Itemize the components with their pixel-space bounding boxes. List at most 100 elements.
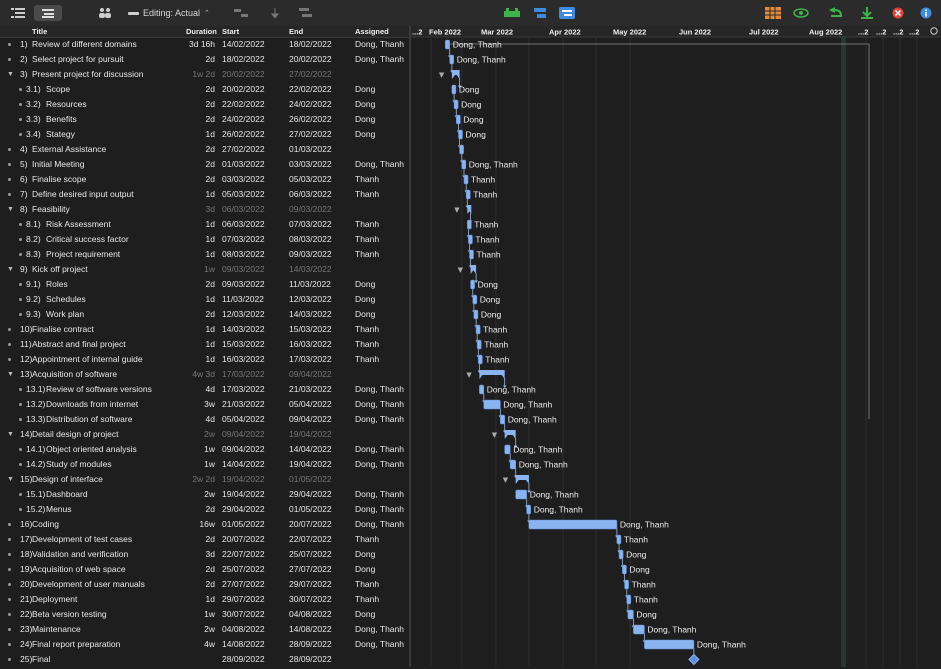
task-start[interactable]: 05/04/2022: [222, 412, 265, 427]
table-row[interactable]: 3.4) Stategy 1d 26/02/2022 27/02/2022 Dong: [0, 127, 409, 142]
task-duration[interactable]: 1d: [175, 352, 215, 367]
table-row[interactable]: 10) Finalise contract 1d 14/03/2022 15/03/20…: [0, 322, 409, 337]
task-title[interactable]: Review of different domains: [32, 37, 137, 52]
task-title[interactable]: Study of modules: [46, 457, 112, 472]
info-icon[interactable]: [918, 5, 934, 21]
task-start[interactable]: 14/03/2022: [222, 322, 265, 337]
task-duration[interactable]: 2d: [175, 577, 215, 592]
summary-bar[interactable]: [515, 475, 529, 480]
task-assigned[interactable]: Dong, Thanh: [355, 382, 404, 397]
task-title[interactable]: Acquisition of web space: [32, 562, 126, 577]
task-start[interactable]: 22/07/2022: [222, 547, 265, 562]
task-end[interactable]: 14/04/2022: [289, 442, 332, 457]
task-title[interactable]: Feasibility: [32, 202, 70, 217]
task-assigned[interactable]: Dong: [355, 127, 375, 142]
table-row[interactable]: ▼ 3) Present project for discussion 1w 2d 20…: [0, 67, 409, 82]
task-assigned[interactable]: Dong: [355, 112, 375, 127]
task-assigned[interactable]: Thanh: [355, 577, 379, 592]
task-title[interactable]: Appointment of internal guide: [32, 352, 143, 367]
task-title[interactable]: Coding: [32, 517, 59, 532]
task-bar[interactable]: [444, 39, 450, 50]
task-end[interactable]: 14/03/2022: [289, 307, 332, 322]
task-title[interactable]: Beta version testing: [32, 607, 107, 622]
task-start[interactable]: 16/03/2022: [222, 352, 265, 367]
stop-icon[interactable]: [890, 5, 906, 21]
task-assigned[interactable]: Dong, Thanh: [355, 52, 404, 67]
table-row[interactable]: ▼ 15) Design of interface 2w 2d 19/04/2022 01…: [0, 472, 409, 487]
task-duration[interactable]: 4d: [175, 412, 215, 427]
resource-icon[interactable]: [96, 5, 114, 21]
task-assigned[interactable]: Thanh: [355, 232, 379, 247]
task-assigned[interactable]: Dong: [355, 307, 375, 322]
task-assigned[interactable]: Dong: [355, 562, 375, 577]
task-bar[interactable]: [466, 219, 472, 230]
task-end[interactable]: 01/03/2022: [289, 142, 332, 157]
task-duration[interactable]: 1d: [175, 232, 215, 247]
task-title[interactable]: Present project for discussion: [32, 67, 144, 82]
task-end[interactable]: 19/04/2022: [289, 457, 332, 472]
task-duration[interactable]: 1w 2d: [175, 67, 215, 82]
task-bar[interactable]: [470, 279, 475, 290]
table-row[interactable]: 15.2) Menus 2d 29/04/2022 01/05/2022 Dong, Th…: [0, 502, 409, 517]
task-start[interactable]: 20/07/2022: [222, 532, 265, 547]
task-end[interactable]: 01/05/2022: [289, 502, 332, 517]
task-assigned[interactable]: Dong, Thanh: [355, 37, 404, 52]
task-bar[interactable]: [475, 324, 481, 335]
task-assigned[interactable]: Dong, Thanh: [355, 637, 404, 652]
table-row[interactable]: 15.1) Dashboard 2w 19/04/2022 29/04/2022 Dong…: [0, 487, 409, 502]
task-start[interactable]: 01/03/2022: [222, 157, 265, 172]
table-row[interactable]: 12) Appointment of internal guide 1d 16/03/…: [0, 352, 409, 367]
task-title[interactable]: Dashboard: [46, 487, 88, 502]
disclosure-triangle-icon[interactable]: ▼: [7, 262, 14, 277]
task-assigned[interactable]: Dong, Thanh: [355, 157, 404, 172]
table-row[interactable]: ▼ 8) Feasibility 3d 06/03/2022 09/03/2022: [0, 202, 409, 217]
task-duration[interactable]: 3w: [175, 397, 215, 412]
table-row[interactable]: 3.1) Scope 2d 20/02/2022 22/02/2022 Dong: [0, 82, 409, 97]
task-assigned[interactable]: Dong: [355, 607, 375, 622]
column-start[interactable]: Start: [222, 27, 239, 36]
task-start[interactable]: 22/02/2022: [222, 97, 265, 112]
task-duration[interactable]: 1w: [175, 262, 215, 277]
task-assigned[interactable]: Thanh: [355, 247, 379, 262]
task-bar[interactable]: [468, 234, 473, 245]
task-start[interactable]: 29/04/2022: [222, 502, 265, 517]
column-duration[interactable]: Duration: [186, 27, 217, 36]
task-duration[interactable]: 2w 2d: [175, 472, 215, 487]
task-start[interactable]: 30/07/2022: [222, 607, 265, 622]
task-start[interactable]: 20/02/2022: [222, 82, 265, 97]
collapse-triangle-icon[interactable]: ▼: [503, 476, 509, 484]
task-title[interactable]: Design of interface: [32, 472, 103, 487]
task-start[interactable]: 12/03/2022: [222, 307, 265, 322]
task-end[interactable]: 12/03/2022: [289, 292, 332, 307]
catch-up-icon[interactable]: [826, 5, 844, 21]
task-end[interactable]: 19/04/2022: [289, 427, 332, 442]
task-title[interactable]: Development of user manuals: [32, 577, 145, 592]
task-bar[interactable]: [504, 444, 511, 455]
task-duration[interactable]: 2w: [175, 622, 215, 637]
task-start[interactable]: 11/03/2022: [222, 292, 264, 307]
task-start[interactable]: 09/04/2022: [222, 442, 265, 457]
task-bar[interactable]: [515, 489, 527, 500]
task-duration[interactable]: 1d: [175, 322, 215, 337]
task-bar[interactable]: [622, 564, 627, 575]
task-bar[interactable]: [528, 519, 618, 530]
task-assigned[interactable]: Thanh: [355, 532, 379, 547]
task-duration[interactable]: 2d: [175, 532, 215, 547]
link-tasks-icon[interactable]: [232, 5, 250, 21]
task-start[interactable]: 27/02/2022: [222, 142, 265, 157]
task-bar[interactable]: [479, 384, 485, 395]
task-bar[interactable]: [465, 189, 471, 200]
task-bar[interactable]: [509, 459, 516, 470]
task-bar[interactable]: [461, 159, 467, 170]
task-title[interactable]: Distribution of software: [46, 412, 132, 427]
task-start[interactable]: 07/03/2022: [222, 232, 265, 247]
task-end[interactable]: 27/02/2022: [289, 127, 332, 142]
collapse-triangle-icon[interactable]: ▼: [454, 206, 460, 214]
summary-bar[interactable]: [470, 265, 477, 270]
column-title[interactable]: Title: [32, 27, 47, 36]
task-assigned[interactable]: Dong: [355, 547, 375, 562]
task-title[interactable]: Object oriented analysis: [46, 442, 137, 457]
task-start[interactable]: 17/03/2022: [222, 367, 265, 382]
task-end[interactable]: 09/03/2022: [289, 247, 332, 262]
task-title[interactable]: Stategy: [46, 127, 75, 142]
